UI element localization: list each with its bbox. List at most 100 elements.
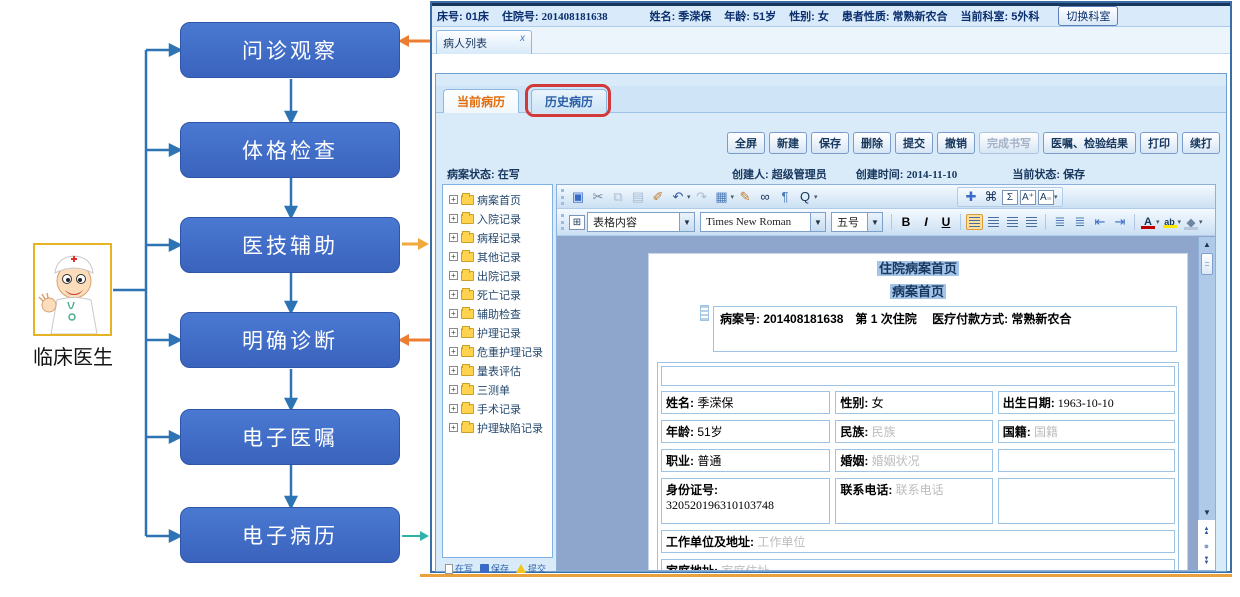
医嘱、检验结果-button[interactable]: 医嘱、检验结果 — [1043, 132, 1136, 154]
expand-icon[interactable]: + — [449, 423, 458, 432]
tab-patient-list[interactable]: 病人列表 x — [436, 30, 532, 54]
chevron-down-icon[interactable]: ▾ — [1199, 218, 1203, 226]
tree-item-入院记录[interactable]: +入院记录 — [443, 209, 552, 228]
copy-icon[interactable]: ⧉ — [609, 188, 627, 206]
expand-icon[interactable]: + — [449, 366, 458, 375]
field-a2-icon[interactable]: A₌ — [1038, 190, 1054, 205]
chevron-down-icon[interactable]: ▾ — [1156, 218, 1160, 226]
form-cell[interactable]: 职业: 普通 — [661, 449, 830, 472]
empty-form-row[interactable] — [661, 366, 1175, 386]
command-icon[interactable]: ⌘ — [982, 188, 1000, 206]
删除-button[interactable]: 删除 — [853, 132, 891, 154]
font-combo[interactable]: Times New Roman▼ — [700, 212, 826, 232]
tree-item-手术记录[interactable]: +手术记录 — [443, 399, 552, 418]
form-cell[interactable]: 联系电话: 联系电话 — [835, 478, 992, 524]
expand-icon[interactable]: + — [449, 290, 458, 299]
续打-button[interactable]: 续打 — [1182, 132, 1220, 154]
flow-node-5[interactable]: 电子医嘱 — [180, 409, 400, 465]
highlight-color-icon[interactable]: ab — [1162, 217, 1178, 227]
expand-icon[interactable]: + — [449, 347, 458, 356]
expand-icon[interactable]: + — [449, 271, 458, 280]
chevron-down-icon[interactable]: ▼ — [867, 213, 882, 231]
form-cell[interactable] — [998, 449, 1175, 472]
form-cell[interactable]: 出生日期: 1963-10-10 — [998, 391, 1175, 414]
scroll-down-icon[interactable]: ▼ — [1199, 508, 1215, 517]
table-icon[interactable]: ▦ — [713, 188, 731, 206]
form-cell[interactable]: 姓名: 季溁保 — [661, 391, 830, 414]
font-size-combo[interactable]: 五号▼ — [831, 212, 883, 232]
tree-item-三测单[interactable]: +三测单 — [443, 380, 552, 399]
expand-icon[interactable]: + — [449, 385, 458, 394]
form-cell[interactable]: 家庭地址: 家庭住址 — [661, 559, 1175, 570]
close-icon[interactable]: x — [520, 33, 525, 44]
bulleted-list-icon[interactable]: ≣ — [1071, 213, 1089, 231]
undo-icon[interactable]: ↶ — [669, 188, 687, 206]
numbered-list-icon[interactable]: ≣ — [1051, 213, 1069, 231]
pencil-icon[interactable]: ✎ — [736, 188, 754, 206]
expand-icon[interactable]: + — [449, 252, 458, 261]
form-cell[interactable]: 性别: 女 — [835, 391, 992, 414]
tree-item-出院记录[interactable]: +出院记录 — [443, 266, 552, 285]
align-right-icon[interactable] — [1004, 214, 1021, 230]
form-cell[interactable] — [998, 478, 1175, 524]
tab-current-record[interactable]: 当前病历 — [443, 89, 519, 113]
chevron-down-icon[interactable]: ▼ — [679, 213, 694, 231]
format-painter-icon[interactable]: ✐ — [649, 188, 667, 206]
binoculars-icon[interactable]: ∞ — [756, 188, 774, 206]
tab-history-record[interactable]: 历史病历 — [531, 89, 607, 113]
撤销-button[interactable]: 撤销 — [937, 132, 975, 154]
previous-page-icon[interactable]: ▲▲ — [1204, 527, 1210, 535]
tree-item-危重护理记录[interactable]: +危重护理记录 — [443, 342, 552, 361]
table-handle-icon[interactable] — [700, 305, 709, 321]
cut-icon[interactable]: ✂ — [589, 188, 607, 206]
expand-icon[interactable]: + — [449, 195, 458, 204]
italic-icon[interactable]: I — [917, 213, 935, 231]
align-justify-icon[interactable] — [1023, 214, 1040, 230]
scrollbar-thumb[interactable] — [1201, 253, 1213, 275]
expand-icon[interactable]: + — [449, 404, 458, 413]
tree-item-死亡记录[interactable]: +死亡记录 — [443, 285, 552, 304]
新建-button[interactable]: 新建 — [769, 132, 807, 154]
打印-button[interactable]: 打印 — [1140, 132, 1178, 154]
tree-item-护理记录[interactable]: +护理记录 — [443, 323, 552, 342]
zoom-icon[interactable]: Q — [796, 188, 814, 206]
bold-icon[interactable]: B — [897, 213, 915, 231]
toolbar-overflow-icon[interactable]: ▾ — [1054, 193, 1058, 201]
add-icon[interactable]: ✚ — [962, 188, 980, 206]
expand-icon[interactable]: + — [449, 214, 458, 223]
increase-indent-icon[interactable]: ⇥ — [1111, 213, 1129, 231]
style-combo[interactable]: 表格内容▼ — [587, 212, 695, 232]
tree-item-量表评估[interactable]: +量表评估 — [443, 361, 552, 380]
form-cell[interactable]: 婚姻: 婚姻状况 — [835, 449, 992, 472]
chevron-down-icon[interactable]: ▾ — [687, 193, 691, 201]
form-cell[interactable]: 国籍: 国籍 — [998, 420, 1175, 443]
case-number-box[interactable]: 病案号: 201408181638 第 1 次住院 医疗付款方式: 常熟新农合 — [713, 306, 1177, 352]
scroll-up-icon[interactable]: ▲ — [1199, 240, 1215, 249]
toolbar-grip[interactable] — [561, 214, 564, 230]
chevron-down-icon[interactable]: ▼ — [810, 213, 825, 231]
toolbar-overflow-icon[interactable]: ▾ — [814, 193, 818, 201]
form-cell[interactable]: 年龄: 51岁 — [661, 420, 830, 443]
全屏-button[interactable]: 全屏 — [727, 132, 765, 154]
flow-node-3[interactable]: 医技辅助 — [180, 217, 400, 273]
tree-item-病程记录[interactable]: +病程记录 — [443, 228, 552, 247]
保存-button[interactable]: 保存 — [811, 132, 849, 154]
paste-icon[interactable]: ▤ — [629, 188, 647, 206]
scrollbar-track[interactable]: ▲ ▼ — [1198, 237, 1215, 520]
decrease-indent-icon[interactable]: ⇤ — [1091, 213, 1109, 231]
tree-item-辅助检查[interactable]: +辅助检查 — [443, 304, 552, 323]
select-browse-object-icon[interactable]: ● — [1204, 541, 1209, 551]
document-page[interactable]: 住院病案首页 病案首页 病案号: 201408181638 第 1 次住院 医疗… — [648, 253, 1188, 570]
redo-icon[interactable]: ↷ — [693, 188, 711, 206]
提交-button[interactable]: 提交 — [895, 132, 933, 154]
flow-node-6[interactable]: 电子病历 — [180, 507, 400, 563]
sigma-box-icon[interactable]: Σ — [1002, 190, 1018, 205]
flow-node-1[interactable]: 问诊观察 — [180, 22, 400, 78]
form-cell[interactable]: 身份证号: 320520196310103748 — [661, 478, 830, 524]
align-left-icon[interactable] — [966, 214, 983, 230]
save-icon[interactable]: ▣ — [569, 188, 587, 206]
expand-icon[interactable]: + — [449, 309, 458, 318]
tree-item-病案首页[interactable]: +病案首页 — [443, 190, 552, 209]
align-center-icon[interactable] — [985, 214, 1002, 230]
chevron-down-icon[interactable]: ▾ — [731, 193, 735, 201]
